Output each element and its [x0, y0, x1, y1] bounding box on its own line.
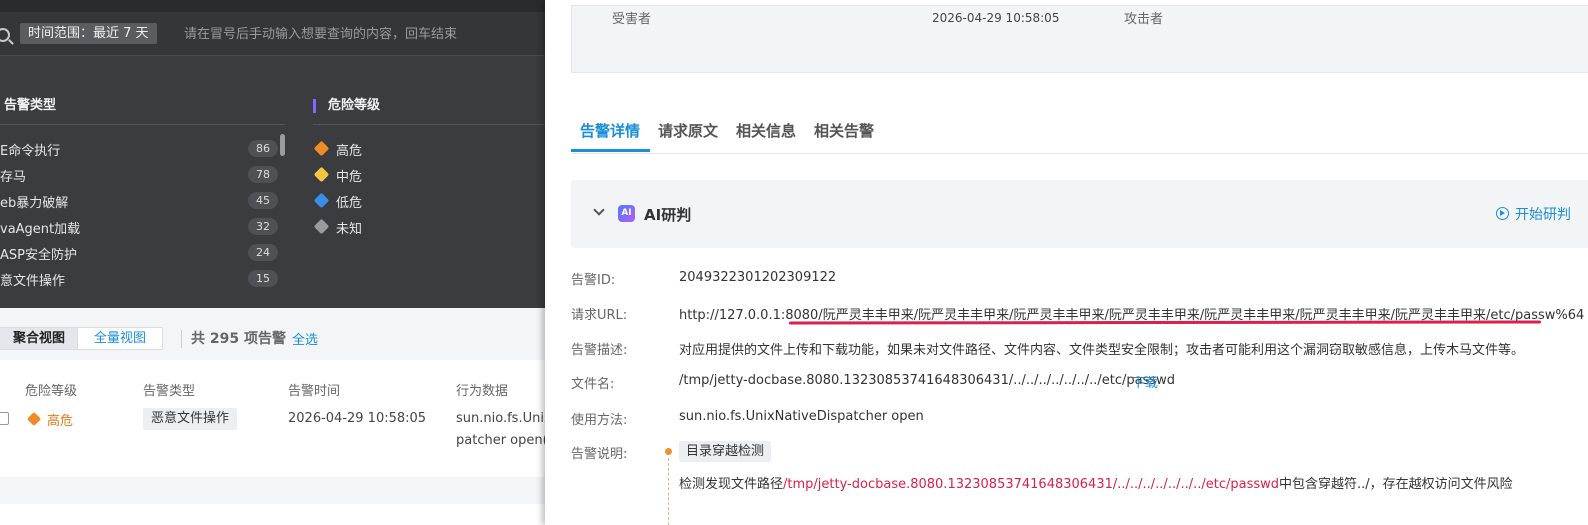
risk-high-icon	[26, 411, 42, 427]
alert-type-title: 告警类型	[4, 98, 57, 113]
download-link[interactable]: 下载	[1132, 372, 1158, 391]
filter-type-count: 45	[248, 192, 278, 209]
timeline-line	[668, 458, 669, 525]
risk-label: 低危	[336, 196, 363, 211]
description-value: 对应用提供的文件上传和下载功能，如果未对文件路径、文件内容、文件类型安全限制；攻…	[679, 343, 1525, 358]
filter-type-label: vaAgent加载	[0, 222, 81, 237]
victim-label: 受害者	[612, 12, 652, 27]
alert-card[interactable]	[0, 504, 548, 525]
risk-high-icon	[313, 140, 330, 157]
alert-list: 聚合视图 全量视图 共 295 项告警 全选 危险等级 告警类型 告警时间 行为…	[0, 308, 548, 525]
view-toggle: 聚合视图 全量视图	[0, 327, 164, 350]
column-header-behavior: 行为数据	[456, 384, 509, 399]
row-alert-type: 恶意文件操作	[143, 408, 238, 430]
search-bar: 时间范围：最近 7 天	[0, 12, 548, 56]
select-all-link[interactable]: 全选	[292, 329, 318, 348]
explanation-label: 告警说明:	[571, 447, 628, 462]
start-analysis-button[interactable]: 开始研判	[1515, 204, 1571, 224]
method-value: sun.nio.fs.UnixNativeDispatcher open	[679, 409, 924, 424]
alert-id-value: 2049322301202309122	[679, 270, 837, 285]
full-view-button[interactable]: 全量视图	[77, 328, 162, 349]
detection-text: 检测发现文件路径/tmp/jetty-docbase.8080.13230853…	[679, 473, 1513, 492]
chevron-down-icon[interactable]	[593, 204, 605, 216]
risk-label: 中危	[336, 170, 363, 185]
search-input[interactable]	[184, 22, 534, 46]
divider	[181, 330, 182, 348]
rule-tag: 目录穿越检测	[679, 441, 772, 462]
risk-level-title: 危险等级	[328, 98, 381, 113]
filter-type-label: ASP安全防护	[0, 248, 77, 263]
tab-related-alerts[interactable]: 相关告警	[814, 118, 874, 154]
filter-type-label: E命令执行	[0, 144, 61, 159]
risk-medium-icon	[313, 166, 330, 183]
alert-detail-drawer: 受害者 2026-04-29 10:58:05 攻击者 告警详情 请求原文 相关…	[545, 0, 1588, 525]
detection-suffix: 中包含穿越符../，存在越权访问文件风险	[1279, 477, 1513, 492]
filename-value: /tmp/jetty-docbase.8080.1323085374164830…	[679, 373, 1176, 388]
filter-type-item[interactable]: 意文件操作 15	[0, 268, 278, 290]
alert-card[interactable]: 危险等级 告警类型 告警时间 行为数据 高危 恶意文件操作 2026-04-29…	[0, 360, 548, 477]
row-behavior-data: sun.nio.fs.UnixN	[456, 411, 548, 426]
tab-request-raw[interactable]: 请求原文	[658, 118, 718, 154]
divider	[313, 124, 548, 125]
highlight-underline	[788, 320, 1542, 325]
alert-list-panel: 时间范围：最近 7 天 告警类型 危险等级 E命令执行 86 存马 78 eb暴…	[0, 0, 548, 525]
detection-prefix: 检测发现文件路径	[679, 477, 784, 492]
timeline-dot	[665, 448, 672, 455]
filter-type-item[interactable]: 存马 78	[0, 164, 278, 186]
row-behavior-data: patcher open(/t	[456, 433, 548, 448]
time-range-tag[interactable]: 时间范围：最近 7 天	[20, 23, 157, 44]
column-header-risk: 危险等级	[25, 384, 78, 399]
attack-time: 2026-04-29 10:58:05	[932, 11, 1060, 25]
top-strip	[0, 0, 548, 12]
filter-type-label: 存马	[0, 170, 27, 185]
column-header-type: 告警类型	[143, 384, 196, 399]
risk-low-icon	[313, 192, 330, 209]
filter-type-item[interactable]: ASP安全防护 24	[0, 242, 278, 264]
filter-type-label: 意文件操作	[0, 274, 66, 289]
total-alert-count: 共 295 项告警	[191, 331, 286, 347]
aggregate-view-button[interactable]: 聚合视图	[0, 328, 78, 349]
tab-related-info[interactable]: 相关信息	[736, 118, 796, 154]
scrollbar[interactable]	[280, 134, 285, 156]
row-risk-level: 高危	[47, 414, 74, 429]
method-label: 使用方法:	[571, 413, 628, 428]
filter-type-count: 15	[248, 270, 278, 287]
risk-label: 高危	[336, 144, 363, 159]
alert-id-label: 告警ID:	[571, 273, 616, 288]
row-checkbox[interactable]	[0, 412, 9, 425]
filter-type-item[interactable]: E命令执行 86	[0, 138, 278, 160]
filter-type-count: 32	[248, 218, 278, 235]
row-alert-time: 2026-04-29 10:58:05	[288, 411, 427, 426]
risk-unknown-icon	[313, 218, 330, 235]
filter-type-label: eb暴力破解	[0, 196, 69, 211]
detection-path: /tmp/jetty-docbase.8080.1323085374164830…	[783, 477, 1280, 492]
attack-info-box: 受害者 2026-04-29 10:58:05 攻击者	[571, 5, 1588, 73]
play-circle-icon[interactable]	[1496, 207, 1509, 220]
search-icon[interactable]	[0, 28, 10, 42]
description-label: 告警描述:	[571, 343, 628, 358]
request-url-label: 请求URL:	[571, 308, 628, 323]
filter-type-count: 24	[248, 244, 278, 261]
filter-panel: 时间范围：最近 7 天 告警类型 危险等级 E命令执行 86 存马 78 eb暴…	[0, 0, 548, 308]
column-header-time: 告警时间	[288, 384, 341, 399]
active-tab-indicator	[571, 149, 650, 152]
risk-label: 未知	[336, 222, 363, 237]
ai-icon: AI	[618, 205, 635, 222]
risk-title-accent	[313, 99, 316, 113]
ai-analysis-title: AI研判	[644, 206, 692, 224]
filter-type-item[interactable]: eb暴力破解 45	[0, 190, 278, 212]
attacker-label: 攻击者	[1124, 12, 1164, 27]
filter-type-count: 86	[248, 140, 278, 157]
filename-label: 文件名:	[571, 377, 615, 392]
filter-type-item[interactable]: vaAgent加载 32	[0, 216, 278, 238]
divider	[571, 153, 1588, 154]
ai-analysis-section: AI AI研判 开始研判	[571, 180, 1588, 248]
filter-type-count: 78	[248, 166, 278, 183]
divider	[0, 124, 285, 125]
